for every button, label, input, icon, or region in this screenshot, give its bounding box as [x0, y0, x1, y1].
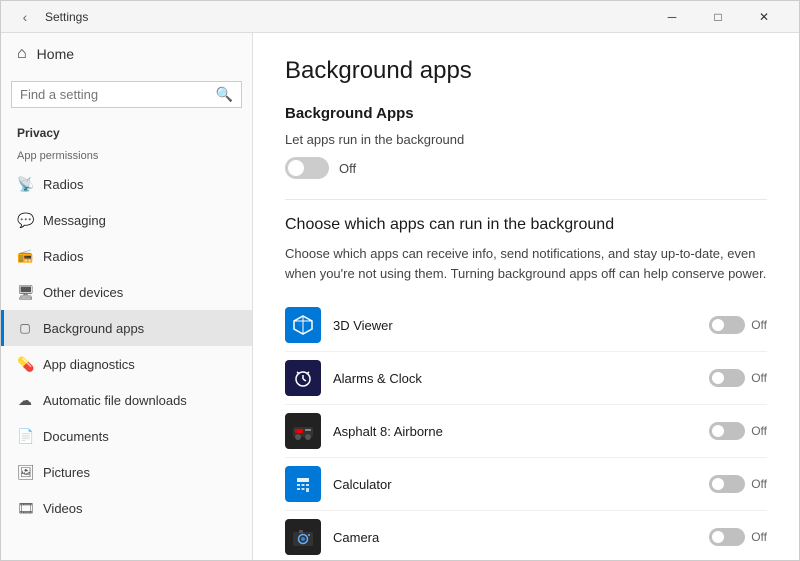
toggle-knob [712, 478, 724, 490]
content-area: ⌂ Home 🔍 Privacy App permissions 📡 Radio… [1, 33, 799, 560]
app-name-3d-viewer: 3D Viewer [333, 318, 709, 333]
choose-title: Choose which apps can run in the backgro… [285, 216, 767, 234]
home-icon: ⌂ [17, 45, 27, 63]
window-controls: ─ □ ✕ [649, 1, 787, 33]
title-bar: ‹ Settings ─ □ ✕ [1, 1, 799, 33]
sidebar-item-videos-label: Videos [43, 501, 83, 516]
messaging-icon: 💬 [17, 212, 33, 229]
minimize-button[interactable]: ─ [649, 1, 695, 33]
app-toggle-label-3d-viewer: Off [751, 318, 767, 332]
app-toggle-label-alarms: Off [751, 371, 767, 385]
sidebar-item-other-devices[interactable]: 🖥 Other devices [1, 274, 252, 310]
app-name-asphalt: Asphalt 8: Airborne [333, 424, 709, 439]
toggle-camera[interactable] [709, 528, 745, 546]
toggle-knob [712, 425, 724, 437]
sidebar: ⌂ Home 🔍 Privacy App permissions 📡 Radio… [1, 33, 253, 560]
search-input[interactable] [20, 87, 210, 102]
home-label: Home [37, 46, 74, 62]
sidebar-item-pictures[interactable]: 🖼 Pictures [1, 454, 252, 490]
app-toggle-calculator: Off [709, 475, 767, 493]
app-icon-3d-viewer [285, 307, 321, 343]
main-content: Background apps Background Apps Let apps… [253, 33, 799, 560]
app-name-alarms: Alarms & Clock [333, 371, 709, 386]
sidebar-item-documents-label: Documents [43, 429, 109, 444]
bg-apps-toggle[interactable] [285, 157, 329, 179]
app-icon-alarms [285, 360, 321, 396]
sidebar-item-other-devices-label: Other devices [43, 285, 123, 300]
sidebar-item-background-apps-label: Background apps [43, 321, 144, 336]
background-apps-icon: ▢ [17, 321, 33, 335]
sidebar-item-documents[interactable]: 📄 Documents [1, 418, 252, 454]
app-toggle-label-camera: Off [751, 530, 767, 544]
bg-apps-toggle-label: Off [339, 161, 356, 176]
toggle-knob [712, 372, 724, 384]
settings-window: ‹ Settings ─ □ ✕ ⌂ Home 🔍 Privacy App pe… [0, 0, 800, 561]
app-toggle-camera: Off [709, 528, 767, 546]
videos-icon: 🎞 [17, 500, 33, 517]
toggle-knob [712, 531, 724, 543]
app-toggle-alarms: Off [709, 369, 767, 387]
app-toggle-label-calculator: Off [751, 477, 767, 491]
maximize-button[interactable]: □ [695, 1, 741, 33]
bg-apps-section-title: Background Apps [285, 105, 767, 122]
app-list: 3D Viewer Off [285, 299, 767, 560]
toggle-3d-viewer[interactable] [709, 316, 745, 334]
app-toggle-3d-viewer: Off [709, 316, 767, 334]
app-row-alarms: Alarms & Clock Off [285, 352, 767, 405]
toggle-knob [712, 319, 724, 331]
sidebar-item-app-diagnostics[interactable]: 💊 App diagnostics [1, 346, 252, 382]
bg-apps-toggle-row: Off [285, 157, 767, 179]
pictures-icon: 🖼 [17, 464, 33, 481]
sidebar-item-radios-label: Radios [43, 177, 83, 192]
sidebar-item-auto-file-downloads-label: Automatic file downloads [43, 393, 187, 408]
bg-apps-desc: Let apps run in the background [285, 132, 767, 147]
sidebar-item-messaging[interactable]: 💬 Messaging [1, 202, 252, 238]
app-name-camera: Camera [333, 530, 709, 545]
app-row-3d-viewer: 3D Viewer Off [285, 299, 767, 352]
app-icon-camera [285, 519, 321, 555]
sidebar-item-pictures-label: Pictures [43, 465, 90, 480]
toggle-alarms[interactable] [709, 369, 745, 387]
auto-file-downloads-icon: ☁ [17, 392, 33, 409]
other-devices-icon: 🖥 [17, 284, 33, 301]
sidebar-item-app-diagnostics-label: App diagnostics [43, 357, 135, 372]
radios2-icon: 📻 [17, 248, 33, 264]
documents-icon: 📄 [17, 428, 33, 445]
app-row-camera: Camera Off [285, 511, 767, 560]
app-row-asphalt: Asphalt 8: Airborne Off [285, 405, 767, 458]
app-permissions-label: App permissions [1, 144, 252, 166]
sidebar-item-radios[interactable]: 📡 Radios [1, 166, 252, 202]
close-button[interactable]: ✕ [741, 1, 787, 33]
app-row-calculator: Calculator Off [285, 458, 767, 511]
sidebar-item-radios2[interactable]: 📻 Radios [1, 238, 252, 274]
app-name-calculator: Calculator [333, 477, 709, 492]
radios-icon: 📡 [17, 176, 33, 193]
sidebar-item-home[interactable]: ⌂ Home [1, 33, 252, 75]
sidebar-item-messaging-label: Messaging [43, 213, 106, 228]
sidebar-item-auto-file-downloads[interactable]: ☁ Automatic file downloads [1, 382, 252, 418]
toggle-knob [288, 160, 304, 176]
section-divider [285, 199, 767, 200]
toggle-calculator[interactable] [709, 475, 745, 493]
app-icon-calculator [285, 466, 321, 502]
back-button[interactable]: ‹ [13, 5, 37, 29]
app-toggle-asphalt: Off [709, 422, 767, 440]
app-icon-asphalt [285, 413, 321, 449]
search-box: 🔍 [11, 81, 242, 108]
toggle-asphalt[interactable] [709, 422, 745, 440]
sidebar-item-videos[interactable]: 🎞 Videos [1, 490, 252, 526]
privacy-label: Privacy [1, 114, 252, 144]
app-diagnostics-icon: 💊 [17, 356, 33, 373]
sidebar-item-background-apps[interactable]: ▢ Background apps [1, 310, 252, 346]
choose-desc: Choose which apps can receive info, send… [285, 244, 767, 283]
sidebar-item-radios2-label: Radios [43, 249, 83, 264]
page-title: Background apps [285, 57, 767, 85]
search-icon: 🔍 [216, 86, 233, 103]
window-title: Settings [45, 10, 649, 24]
app-toggle-label-asphalt: Off [751, 424, 767, 438]
